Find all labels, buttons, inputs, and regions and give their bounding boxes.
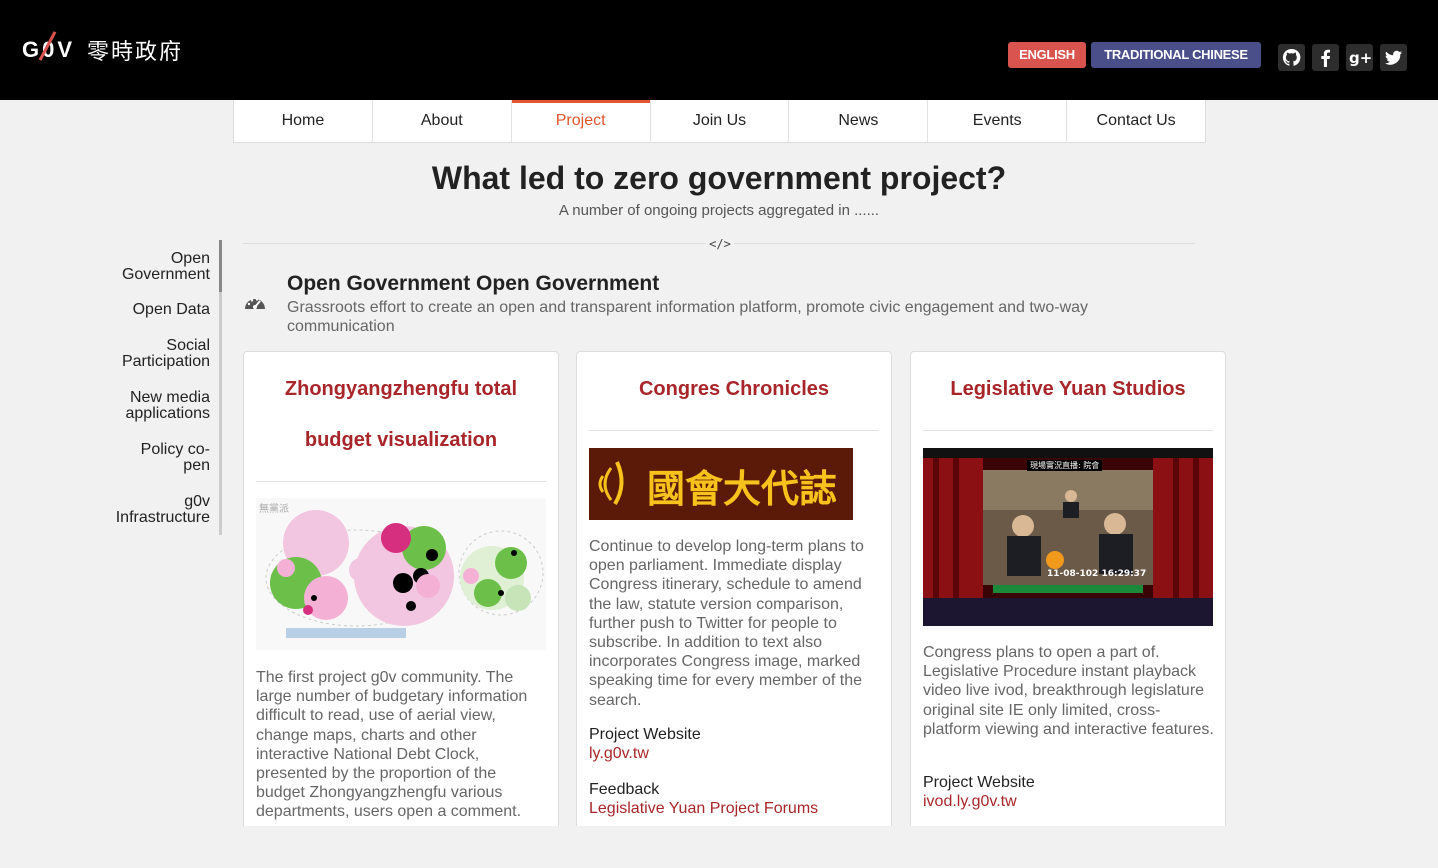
- category-title: Open Government Open Government: [287, 272, 660, 295]
- dashboard-icon: [243, 292, 267, 312]
- card-title[interactable]: Zhongyangzhengfu total: [244, 378, 558, 401]
- nav-events[interactable]: Events: [928, 100, 1068, 142]
- nav-home[interactable]: Home: [234, 100, 373, 142]
- feedback-link[interactable]: Legislative Yuan Project Forums: [589, 800, 818, 818]
- page-title: What led to zero government project?: [431, 160, 1007, 196]
- nav-join-us[interactable]: Join Us: [651, 100, 790, 142]
- card-title[interactable]: budget visualization: [244, 429, 558, 452]
- sidebar-item-label: g0v: [184, 493, 210, 510]
- sidebar-item-label: Open: [170, 250, 210, 267]
- twitter-icon[interactable]: [1380, 44, 1407, 71]
- card-separator: [589, 430, 879, 431]
- sidebar-item-label: Infrastructure: [115, 509, 210, 526]
- svg-text:g+: g+: [1349, 49, 1372, 67]
- project-website-label: Project Website: [589, 726, 701, 743]
- sidebar-item-label: Policy co-: [140, 441, 210, 458]
- image-label: 無黨派: [259, 502, 289, 515]
- sidebar-item-label: pen: [183, 457, 210, 474]
- sidebar-item-label: applications: [125, 405, 211, 422]
- project-card-budget: Zhongyangzhengfu total budget visualizat…: [243, 351, 559, 841]
- sidebar-item-social-participation[interactable]: Social Participation: [100, 338, 210, 370]
- page-subtitle: A number of ongoing projects aggregated …: [558, 202, 880, 219]
- congress-chronicles-banner-image[interactable]: 國會大代誌: [589, 448, 853, 520]
- sidebar-item-label: Government: [121, 266, 210, 283]
- card-title[interactable]: Congres Chronicles: [577, 378, 891, 401]
- sidebar-active-indicator: [219, 240, 222, 292]
- card-separator: [923, 430, 1213, 431]
- sidebar-item-label: New media: [129, 389, 210, 406]
- sidebar-item-label: Open Data: [132, 301, 210, 318]
- sidebar-item-open-government[interactable]: Open Government: [100, 251, 210, 283]
- main-navigation: Home About Project Join Us News Events C…: [233, 100, 1206, 143]
- card-separator: [256, 481, 546, 482]
- project-card-congress-chronicles: Congres Chronicles 國會大代誌 Continue to dev…: [576, 351, 892, 841]
- legislative-video-screenshot-image[interactable]: 現場實況直播: 院會 11-08-102 16:29:37: [923, 448, 1213, 626]
- nav-news[interactable]: News: [789, 100, 929, 142]
- project-website-link[interactable]: ivod.ly.g0v.tw: [923, 793, 1017, 811]
- facebook-icon[interactable]: [1312, 44, 1339, 71]
- category-description: Grassroots effort to create an open and …: [287, 299, 1089, 335]
- video-timestamp: 11-08-102 16:29:37: [1047, 569, 1147, 579]
- video-caption: 現場實況直播: 院會: [1027, 460, 1103, 471]
- google-plus-icon[interactable]: g+: [1346, 44, 1373, 71]
- site-logo[interactable]: G0V 零時政府: [22, 31, 184, 66]
- github-icon[interactable]: [1278, 44, 1305, 71]
- feedback-label: Feedback: [589, 781, 660, 798]
- project-website-link[interactable]: ly.g0v.tw: [589, 745, 649, 763]
- nav-project[interactable]: Project: [511, 100, 651, 142]
- traditional-chinese-language-button[interactable]: TRADITIONAL CHINESE: [1091, 42, 1261, 68]
- top-header: G0V 零時政府 ENGLISH TRADITIONAL CHINESE g+: [0, 0, 1438, 100]
- project-website-label: Project Website: [923, 774, 1035, 791]
- sidebar-item-label: Participation: [121, 353, 210, 370]
- card-description: The first project g0v community. The lar…: [256, 669, 528, 821]
- budget-bubble-chart-image[interactable]: 無黨派: [256, 498, 546, 650]
- sidebar-item-label: Social: [166, 337, 210, 354]
- page-bottom-area: [0, 826, 1438, 868]
- card-description: Congress plans to open a part of. Legisl…: [923, 644, 1214, 738]
- category-sidebar: [100, 240, 222, 535]
- sidebar-item-new-media-applications[interactable]: New media applications: [100, 389, 211, 422]
- code-icon: </>: [706, 235, 734, 253]
- logo-chinese-text: 零時政府: [87, 40, 184, 65]
- english-language-button[interactable]: ENGLISH: [1008, 42, 1086, 68]
- sidebar-item-g0v-infrastructure[interactable]: g0v Infrastructure: [100, 494, 210, 526]
- card-description: Continue to develop long-term plans to o…: [589, 538, 864, 709]
- project-card-legislative-yuan-studios: Legislative Yuan Studios 現場實況直播: 院會 11-0…: [910, 351, 1226, 841]
- nav-about[interactable]: About: [373, 100, 512, 142]
- card-title[interactable]: Legislative Yuan Studios: [911, 378, 1225, 401]
- sidebar-item-open-data[interactable]: Open Data: [100, 302, 210, 318]
- sidebar-item-policy-co-pen[interactable]: Policy co- pen: [100, 442, 210, 474]
- banner-text: 國會大代誌: [647, 467, 838, 511]
- nav-contact-us[interactable]: Contact Us: [1067, 100, 1205, 142]
